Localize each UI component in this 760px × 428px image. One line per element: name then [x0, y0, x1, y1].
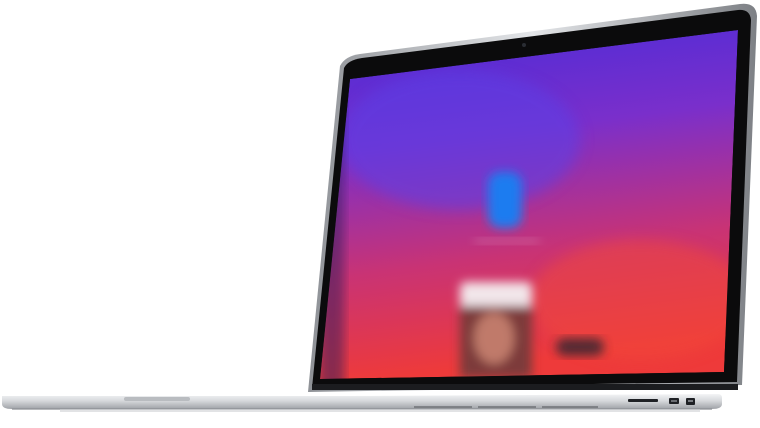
hinge — [312, 384, 738, 390]
screen-display — [320, 30, 738, 379]
sd-card-slot — [628, 399, 658, 402]
laptop-base — [2, 394, 722, 409]
app-icon — [488, 172, 522, 228]
usb-port — [686, 398, 695, 405]
hdmi-port — [669, 398, 679, 404]
laptop-illustration — [2, 3, 757, 412]
button-shape — [556, 338, 604, 356]
camera-icon — [522, 43, 526, 47]
thumb-notch — [124, 397, 190, 401]
photo-thumbnail — [460, 282, 532, 378]
laptop-mockup-scene — [0, 0, 760, 428]
